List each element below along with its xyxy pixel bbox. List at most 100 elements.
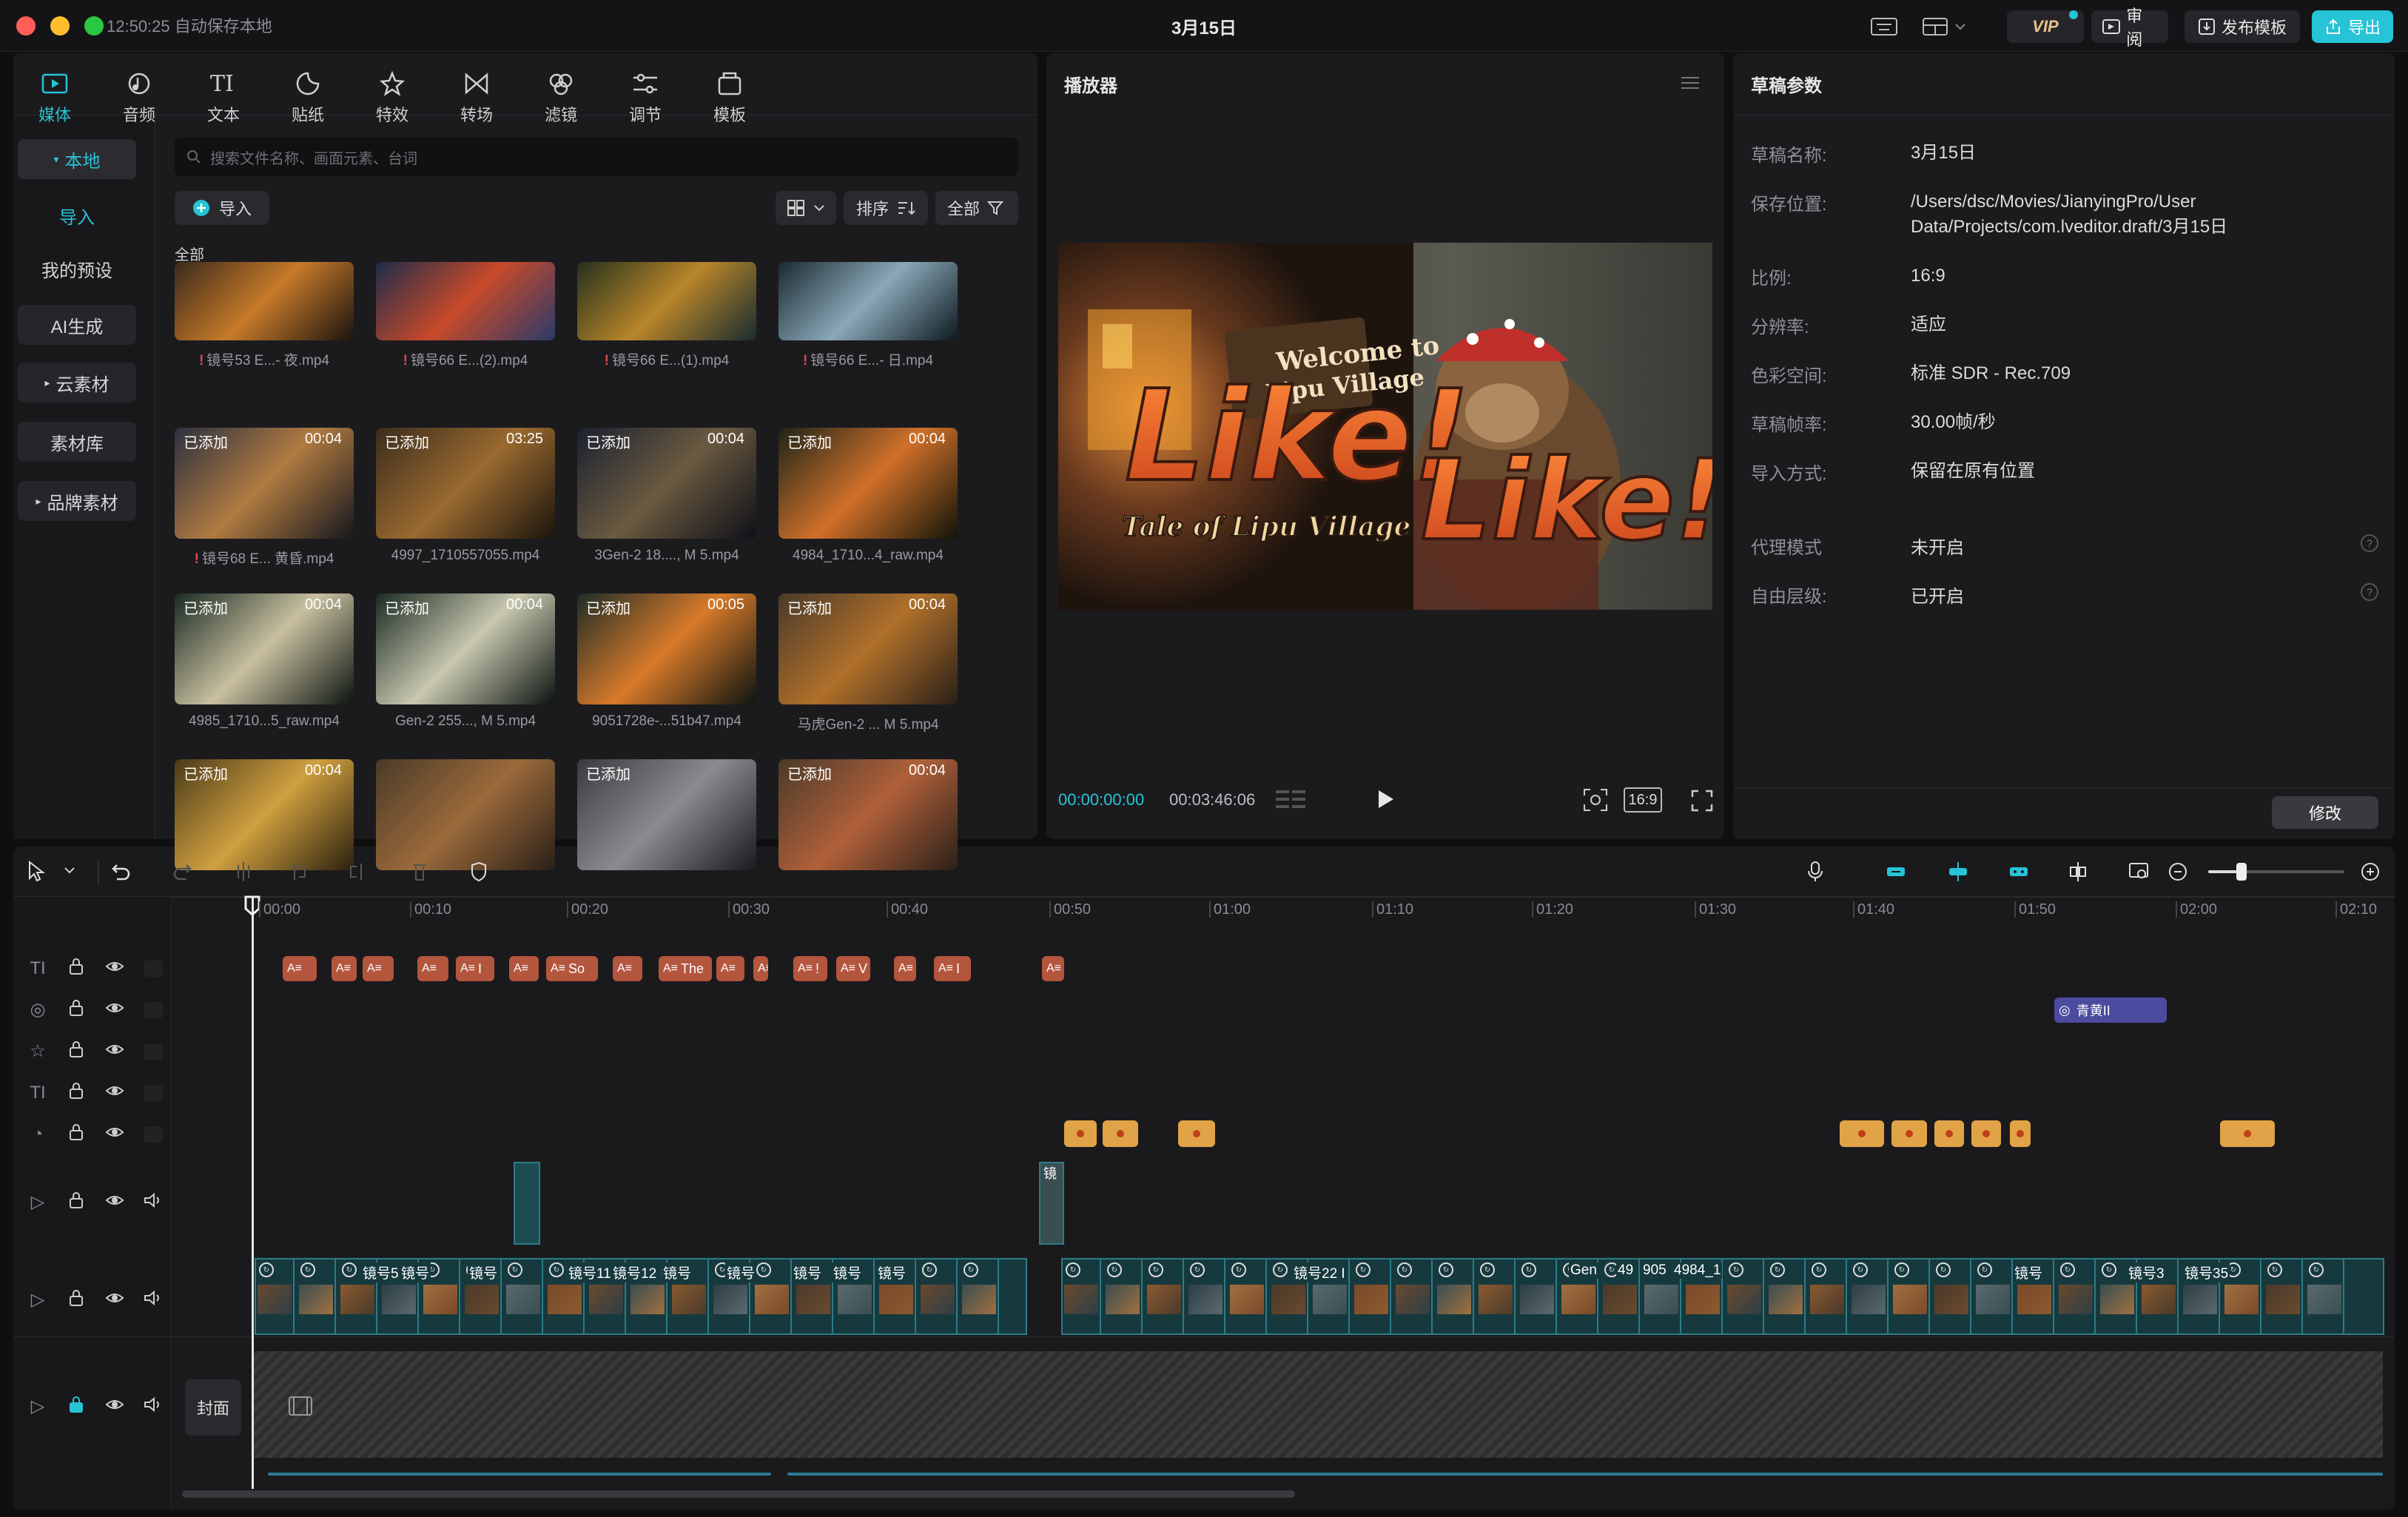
- main-clip[interactable]: ↻: [918, 1258, 958, 1335]
- tab-transition[interactable]: 转场: [440, 59, 514, 141]
- help-icon[interactable]: ?: [2361, 534, 2378, 552]
- redo-icon[interactable]: [173, 860, 195, 884]
- main-clip[interactable]: ↻: [1393, 1258, 1433, 1335]
- modify-button[interactable]: 修改: [2272, 796, 2378, 829]
- sticker-clip[interactable]: [2220, 1120, 2275, 1147]
- help-icon[interactable]: ?: [2361, 583, 2378, 601]
- text-clip[interactable]: A≡: [417, 956, 448, 981]
- text-clip[interactable]: A≡: [753, 956, 768, 981]
- text-clip[interactable]: A≡: [894, 956, 916, 981]
- lock-icon[interactable]: [68, 999, 86, 1020]
- main-clip[interactable]: ↻: [1227, 1258, 1267, 1335]
- tab-media[interactable]: 媒体: [18, 59, 92, 141]
- main-clip[interactable]: ↻: [1724, 1258, 1764, 1335]
- main-clip[interactable]: ↻: [1061, 1258, 1101, 1335]
- text-clip[interactable]: A≡: [332, 956, 357, 981]
- sidebar-item-4[interactable]: ▸ 云素材: [18, 363, 136, 403]
- text-clip[interactable]: A≡: [613, 956, 642, 981]
- eye-icon[interactable]: [105, 1397, 124, 1416]
- timecode-grid-icon[interactable]: [1274, 787, 1308, 811]
- fullscreen-icon[interactable]: [1689, 787, 1715, 814]
- speaker-icon[interactable]: [144, 1192, 163, 1212]
- delete-left-icon[interactable]: [290, 860, 312, 884]
- lock-icon[interactable]: [68, 1289, 86, 1311]
- eye-icon[interactable]: [105, 1291, 124, 1309]
- split-icon[interactable]: [234, 860, 256, 884]
- zoom-in-icon[interactable]: [2361, 860, 2383, 884]
- tab-filter[interactable]: 滤镜: [524, 59, 598, 141]
- sidebar-item-6[interactable]: ▸ 品牌素材: [18, 481, 136, 521]
- tab-effects[interactable]: 特效: [355, 59, 429, 141]
- microphone-icon[interactable]: [1806, 860, 1828, 884]
- tab-audio[interactable]: 音频: [102, 59, 176, 141]
- tab-template[interactable]: 模板: [693, 59, 767, 141]
- main-clip[interactable]: ↻: [1144, 1258, 1184, 1335]
- play-button[interactable]: [1371, 784, 1400, 814]
- lock-icon[interactable]: [68, 1123, 86, 1145]
- playhead-line[interactable]: [252, 897, 254, 1489]
- main-clip[interactable]: ↻: [2263, 1258, 2303, 1335]
- sidebar-item-2[interactable]: 我的预设: [18, 249, 136, 289]
- cover-button[interactable]: 封面: [185, 1379, 241, 1436]
- undo-icon[interactable]: [111, 860, 133, 884]
- media-thumbnail[interactable]: [376, 262, 555, 340]
- delete-icon[interactable]: [410, 860, 432, 884]
- filter-button[interactable]: 全部: [935, 191, 1018, 225]
- main-clip[interactable]: ↻: [959, 1258, 999, 1335]
- chevron-down-icon[interactable]: [62, 860, 84, 884]
- screenshot-icon[interactable]: [1581, 786, 1610, 814]
- overlay-video-clip[interactable]: [514, 1162, 540, 1245]
- eye-icon[interactable]: [105, 1000, 124, 1019]
- main-video-track[interactable]: [253, 1351, 2383, 1458]
- overlay-video-clip[interactable]: 镜: [1039, 1162, 1064, 1245]
- tab-adjust[interactable]: 调节: [608, 59, 682, 141]
- speaker-icon[interactable]: [144, 1396, 163, 1416]
- sticker-clip[interactable]: [1064, 1120, 1097, 1147]
- main-clip[interactable]: ↻: [1766, 1258, 1806, 1335]
- main-track-magnet-icon[interactable]: [1886, 860, 1908, 884]
- eye-icon[interactable]: [105, 1083, 124, 1102]
- main-clip[interactable]: ↻: [2304, 1258, 2344, 1335]
- publish-template-button[interactable]: 发布模板: [2185, 10, 2300, 43]
- eye-icon[interactable]: [105, 1125, 124, 1143]
- timeline-horizontal-scrollbar[interactable]: [182, 1490, 1295, 1498]
- main-clip[interactable]: ↻: [255, 1258, 295, 1335]
- text-clip[interactable]: A≡ V: [836, 956, 870, 981]
- main-clip[interactable]: ↻: [1476, 1258, 1516, 1335]
- sidebar-item-5[interactable]: 素材库: [18, 422, 136, 462]
- main-clip[interactable]: ↻: [1517, 1258, 1557, 1335]
- main-clip[interactable]: ↻: [1931, 1258, 1971, 1335]
- sticker-clip[interactable]: [1891, 1120, 1927, 1147]
- sticker-clip[interactable]: [1178, 1120, 1215, 1147]
- text-clip[interactable]: A≡: [363, 956, 394, 981]
- view-mode-button[interactable]: [776, 191, 836, 225]
- aspect-ratio-button[interactable]: 16:9: [1624, 787, 1662, 813]
- media-thumbnail[interactable]: [376, 759, 555, 870]
- lock-icon[interactable]: [68, 1040, 86, 1062]
- playhead-handle[interactable]: [244, 895, 260, 917]
- text-clip[interactable]: A≡ So: [546, 956, 598, 981]
- zoom-slider-handle[interactable]: [2236, 863, 2247, 881]
- sidebar-item-0[interactable]: ▾ 本地: [18, 139, 136, 179]
- shortcut-keyboard-icon[interactable]: [1868, 12, 1900, 41]
- eye-icon[interactable]: [105, 959, 124, 978]
- media-search-bar[interactable]: 搜索文件名称、画面元素、台词: [175, 138, 1018, 176]
- eye-icon[interactable]: [105, 1042, 124, 1060]
- lock-icon[interactable]: [68, 1082, 86, 1103]
- preview-axis-icon[interactable]: [2068, 860, 2090, 884]
- tab-sticker[interactable]: 贴纸: [271, 59, 345, 141]
- main-clip[interactable]: ↻: [1849, 1258, 1889, 1335]
- text-clip[interactable]: A≡: [1042, 956, 1064, 981]
- media-thumbnail[interactable]: [577, 262, 756, 340]
- main-clip[interactable]: ↻: [503, 1258, 543, 1335]
- main-clip[interactable]: ↻: [1890, 1258, 1930, 1335]
- linkage-icon[interactable]: [2008, 860, 2031, 884]
- export-button[interactable]: 导出: [2312, 10, 2393, 43]
- sticker-clip[interactable]: [1840, 1120, 1884, 1147]
- main-clip[interactable]: ↻: [1185, 1258, 1225, 1335]
- shield-icon[interactable]: [469, 860, 491, 884]
- zoom-out-icon[interactable]: [2168, 860, 2190, 884]
- layout-menu-icon[interactable]: [1920, 12, 1971, 41]
- main-clip[interactable]: ↻: [1103, 1258, 1143, 1335]
- main-clip[interactable]: ↻: [1351, 1258, 1391, 1335]
